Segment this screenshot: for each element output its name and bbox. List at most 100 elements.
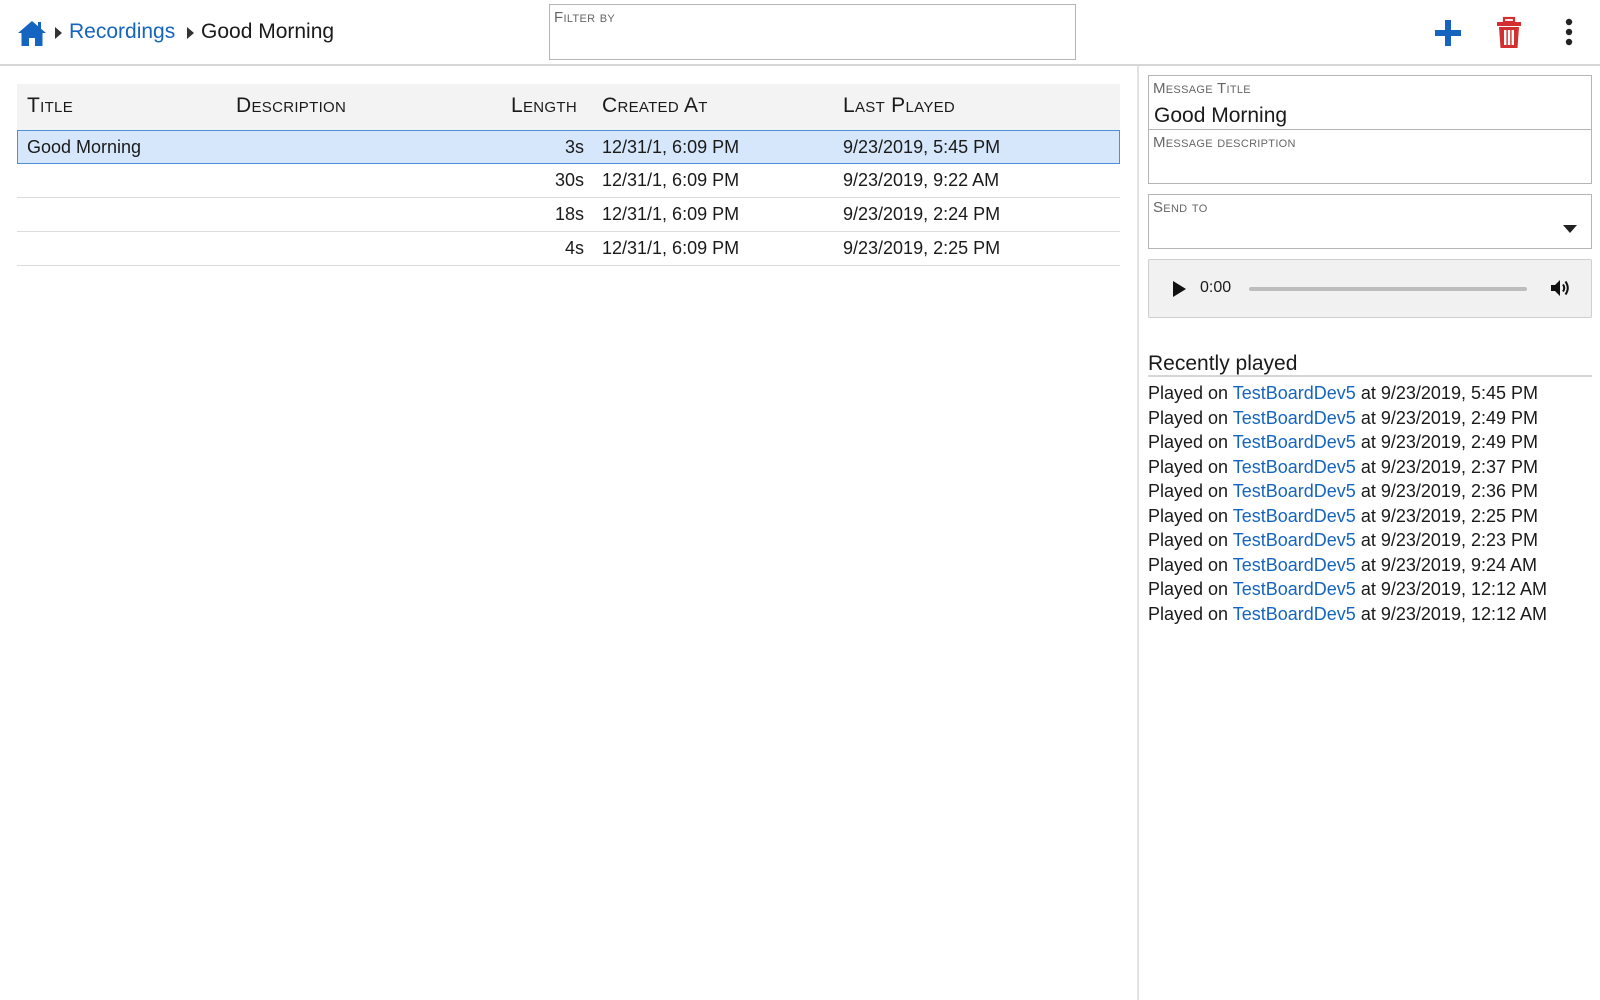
chevron-right-icon	[187, 27, 194, 39]
at-text: at	[1360, 579, 1376, 599]
at-text: at	[1360, 456, 1376, 477]
at-text: at	[1360, 505, 1376, 526]
played-time: 9/23/2019, 2:25 PM	[1380, 505, 1538, 526]
cell-last-played: 9/23/2019, 2:25 PM	[843, 238, 1001, 258]
play-icon[interactable]	[1171, 280, 1187, 298]
table-row[interactable]: 4s 12/31/1, 6:09 PM 9/23/2019, 2:25 PM	[17, 232, 1120, 266]
send-to-select[interactable]: Send to	[1148, 194, 1592, 249]
table-row[interactable]: 18s 12/31/1, 6:09 PM 9/23/2019, 2:24 PM	[17, 198, 1120, 232]
played-on-text: Played on	[1148, 554, 1229, 575]
cell-length: 30s	[554, 170, 584, 190]
filter-field[interactable]: Filter by	[549, 4, 1076, 60]
device-link[interactable]: TestBoardDev5	[1233, 530, 1356, 550]
played-time: 9/23/2019, 2:37 PM	[1380, 456, 1538, 477]
column-header-length[interactable]: Length	[511, 94, 577, 118]
played-on-text: Played on	[1148, 603, 1229, 624]
device-link[interactable]: TestBoardDev5	[1233, 604, 1356, 624]
at-text: at	[1360, 554, 1376, 575]
played-time: 9/23/2019, 9:24 AM	[1380, 554, 1537, 575]
list-item: Played on TestBoardDev5 at 9/23/2019, 2:…	[1148, 505, 1592, 530]
column-header-title[interactable]: Title	[27, 94, 73, 118]
device-link[interactable]: TestBoardDev5	[1233, 481, 1356, 501]
column-header-created-at[interactable]: Created At	[602, 94, 708, 118]
recently-played-heading: Recently played	[1148, 352, 1298, 375]
played-on-text: Played on	[1148, 530, 1229, 550]
list-item: Played on TestBoardDev5 at 9/23/2019, 2:…	[1148, 456, 1592, 481]
breadcrumb-current: Good Morning	[201, 20, 335, 43]
filter-label: Filter by	[554, 9, 616, 26]
at-text: at	[1360, 383, 1376, 403]
message-description-input[interactable]	[1154, 158, 1584, 182]
cell-length: 3s	[564, 137, 584, 157]
list-item: Played on TestBoardDev5 at 9/23/2019, 2:…	[1148, 431, 1592, 456]
at-text: at	[1360, 481, 1376, 501]
chevron-right-icon	[55, 27, 62, 39]
list-item: Played on TestBoardDev5 at 9/23/2019, 2:…	[1148, 407, 1592, 432]
cell-last-played: 9/23/2019, 2:24 PM	[843, 204, 1001, 224]
audio-player: 0:00	[1148, 259, 1592, 318]
device-link[interactable]: TestBoardDev5	[1233, 579, 1356, 599]
cell-created-at: 12/31/1, 6:09 PM	[602, 238, 740, 258]
played-on-text: Played on	[1148, 407, 1229, 428]
message-title-label: Message Title	[1153, 80, 1251, 97]
at-text: at	[1360, 530, 1376, 550]
list-item: Played on TestBoardDev5 at 9/23/2019, 9:…	[1148, 554, 1592, 579]
device-link[interactable]: TestBoardDev5	[1233, 432, 1356, 452]
message-description-field[interactable]: Message description	[1148, 129, 1592, 184]
column-header-description[interactable]: Description	[236, 94, 346, 118]
cell-created-at: 12/31/1, 6:09 PM	[602, 170, 740, 190]
plus-icon[interactable]	[1431, 16, 1465, 50]
played-time: 9/23/2019, 12:12 AM	[1380, 579, 1548, 599]
played-time: 9/23/2019, 5:45 PM	[1380, 383, 1538, 403]
played-time: 9/23/2019, 12:12 AM	[1380, 603, 1548, 624]
played-on-text: Played on	[1148, 383, 1229, 403]
list-item: Played on TestBoardDev5 at 9/23/2019, 2:…	[1148, 529, 1592, 554]
recordings-table: Title Description Length Created At Last…	[17, 84, 1120, 266]
caret-down-icon[interactable]	[1563, 220, 1577, 233]
message-title-input[interactable]	[1154, 104, 1584, 128]
device-link[interactable]: TestBoardDev5	[1233, 457, 1356, 477]
played-on-text: Played on	[1148, 432, 1229, 452]
list-item: Played on TestBoardDev5 at 9/23/2019, 12…	[1148, 603, 1592, 628]
cell-title: Good Morning	[27, 137, 142, 157]
recently-played-list: Played on TestBoardDev5 at 9/23/2019, 5:…	[1148, 382, 1592, 627]
seek-bar[interactable]	[1249, 287, 1527, 291]
playback-time: 0:00	[1200, 279, 1232, 296]
filter-input[interactable]	[554, 31, 1069, 57]
played-time: 9/23/2019, 2:49 PM	[1380, 407, 1538, 428]
more-vertical-icon[interactable]	[1552, 16, 1586, 50]
list-item: Played on TestBoardDev5 at 9/23/2019, 5:…	[1148, 382, 1592, 407]
device-link[interactable]: TestBoardDev5	[1233, 383, 1356, 403]
at-text: at	[1360, 407, 1376, 428]
breadcrumb-recordings-link[interactable]: Recordings	[69, 20, 175, 44]
trash-icon[interactable]	[1492, 16, 1526, 50]
table-row[interactable]: 30s 12/31/1, 6:09 PM 9/23/2019, 9:22 AM	[17, 164, 1120, 198]
volume-icon[interactable]	[1549, 277, 1571, 299]
played-on-text: Played on	[1148, 481, 1229, 501]
panel-divider	[1137, 66, 1139, 1000]
device-link[interactable]: TestBoardDev5	[1233, 506, 1356, 526]
message-title-field[interactable]: Message Title	[1148, 75, 1592, 130]
list-item: Played on TestBoardDev5 at 9/23/2019, 12…	[1148, 578, 1592, 603]
at-text: at	[1360, 432, 1376, 452]
played-time: 9/23/2019, 2:49 PM	[1380, 432, 1538, 452]
column-header-last-played[interactable]: Last Played	[843, 94, 955, 118]
cell-last-played: 9/23/2019, 9:22 AM	[843, 170, 1000, 190]
top-bar: Recordings Good Morning Filter by	[0, 0, 1600, 66]
cell-length: 4s	[564, 238, 584, 258]
message-description-label: Message description	[1153, 134, 1296, 151]
cell-created-at: 12/31/1, 6:09 PM	[602, 137, 740, 157]
list-item: Played on TestBoardDev5 at 9/23/2019, 2:…	[1148, 480, 1592, 505]
table-row[interactable]: Good Morning 3s 12/31/1, 6:09 PM 9/23/20…	[17, 130, 1120, 164]
at-text: at	[1360, 603, 1376, 624]
home-icon[interactable]	[16, 18, 48, 48]
played-on-text: Played on	[1148, 579, 1229, 599]
played-time: 9/23/2019, 2:23 PM	[1380, 530, 1538, 550]
played-time: 9/23/2019, 2:36 PM	[1380, 481, 1538, 501]
device-link[interactable]: TestBoardDev5	[1233, 555, 1356, 575]
cell-created-at: 12/31/1, 6:09 PM	[602, 204, 740, 224]
divider	[1148, 375, 1592, 377]
played-on-text: Played on	[1148, 505, 1229, 526]
table-header: Title Description Length Created At Last…	[17, 84, 1120, 130]
device-link[interactable]: TestBoardDev5	[1233, 408, 1356, 428]
